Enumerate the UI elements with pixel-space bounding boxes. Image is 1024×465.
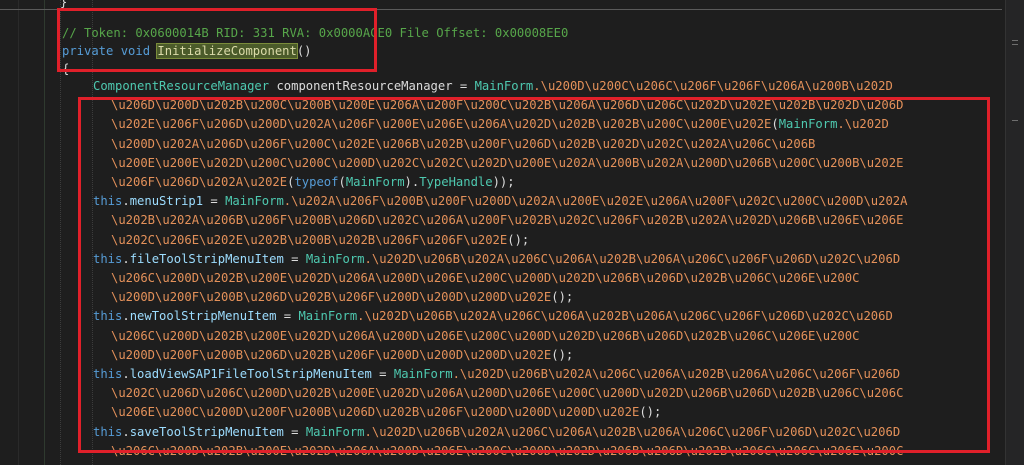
annotation-box-signature: [57, 8, 377, 72]
vertical-scrollbar[interactable]: [1005, 0, 1024, 465]
code-line: ComponentResourceManager componentResour…: [93, 77, 893, 96]
code-token: ComponentResourceManager: [93, 79, 270, 93]
scroll-marker: [1012, 120, 1018, 121]
annotation-box-obfuscated: [78, 97, 990, 453]
code-token: MainForm: [474, 79, 534, 93]
code-token: .\u200D\u200C\u206C\u206F\u206F\u206A\u2…: [533, 79, 893, 93]
scroll-marker: [1012, 44, 1018, 45]
gutter-line: [18, 0, 19, 465]
gutter-line: [44, 0, 45, 465]
scroll-marker: [1012, 40, 1018, 41]
code-token: componentResourceManager =: [269, 79, 475, 93]
